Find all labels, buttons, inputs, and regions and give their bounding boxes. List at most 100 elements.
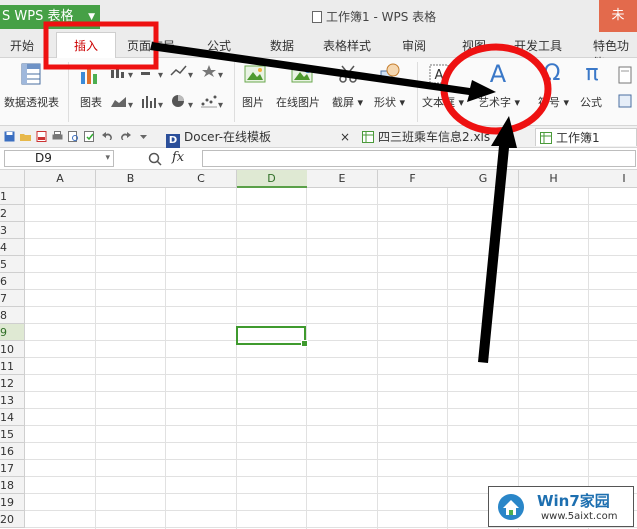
bar-chart-dropdown[interactable]: ▾ <box>140 64 163 81</box>
stock-chart-dropdown[interactable]: ▾ <box>140 94 163 111</box>
active-cell-d9[interactable] <box>236 326 308 347</box>
row-header-9[interactable]: 9 <box>0 324 25 341</box>
pie-chart-dropdown[interactable]: ▾ <box>170 94 193 111</box>
radar-chart-dropdown[interactable]: ▾ <box>200 64 223 81</box>
pivot-table-label: 数据透视表 <box>4 96 59 109</box>
picture-button[interactable] <box>240 62 270 88</box>
row-header-8[interactable]: 8 <box>0 307 25 324</box>
row-header-13[interactable]: 13 <box>0 392 25 409</box>
export-pdf-icon[interactable] <box>36 131 47 142</box>
grid-row-line <box>25 476 637 477</box>
bar-chart-icon <box>81 66 97 84</box>
tab-formulas[interactable]: 公式 <box>207 37 231 54</box>
row-header-14[interactable]: 14 <box>0 409 25 426</box>
doc-tab-docer[interactable]: D Docer-在线模板 <box>166 128 272 148</box>
tab-insert[interactable]: 插入 <box>56 32 116 59</box>
print-preview-icon[interactable] <box>68 131 79 142</box>
column-header-a[interactable]: A <box>25 170 96 188</box>
select-all-corner[interactable] <box>0 170 25 188</box>
chart-label: 图表 <box>80 96 102 109</box>
column-header-c[interactable]: C <box>166 170 237 188</box>
chevron-down-icon: ▾ <box>105 153 110 163</box>
column-header-e[interactable]: E <box>307 170 378 188</box>
column-header-g[interactable]: G <box>448 170 519 188</box>
grid-row-line <box>25 374 637 375</box>
docer-logo-icon: D <box>166 134 180 148</box>
row-header-1[interactable]: 1 <box>0 188 25 205</box>
column-header-i[interactable]: I <box>589 170 637 188</box>
screenshot-label: 截屏 ▾ <box>332 94 363 110</box>
tab-developer[interactable]: 开发工具 <box>514 37 562 54</box>
doc-tab-bus-info[interactable]: 四三班乘车信息2.xls <box>362 128 490 146</box>
line-chart-icon <box>170 65 187 76</box>
row-header-7[interactable]: 7 <box>0 290 25 307</box>
chart-button[interactable] <box>76 62 104 88</box>
row-header-16[interactable]: 16 <box>0 443 25 460</box>
ribbon-separator <box>234 62 235 122</box>
tab-data[interactable]: 数据 <box>270 37 294 54</box>
redo-icon[interactable] <box>120 131 131 142</box>
spell-check-icon[interactable] <box>84 131 95 142</box>
tab-home[interactable]: 开始 <box>10 37 34 54</box>
pivot-table-icon <box>21 63 41 85</box>
object-button[interactable] <box>617 94 633 111</box>
column-header-b[interactable]: B <box>95 170 167 188</box>
print-icon[interactable] <box>52 131 63 142</box>
equation-label: 公式 <box>580 96 602 109</box>
header-footer-button[interactable] <box>617 66 633 87</box>
tab-page-layout[interactable]: 页面布局 <box>127 37 175 54</box>
fill-handle[interactable] <box>301 340 308 347</box>
online-picture-label: 在线图片 <box>276 96 320 109</box>
zoom-search-icon[interactable] <box>148 152 162 166</box>
row-header-4[interactable]: 4 <box>0 239 25 256</box>
doc-tab-workbook1[interactable]: 工作簿1 <box>535 128 637 146</box>
line-chart-dropdown[interactable]: ▾ <box>170 64 193 81</box>
column-chart-dropdown[interactable]: ▾ <box>110 64 133 81</box>
column-header-h[interactable]: H <box>518 170 590 188</box>
row-header-6[interactable]: 6 <box>0 273 25 290</box>
row-header-17[interactable]: 17 <box>0 460 25 477</box>
row-header-18[interactable]: 18 <box>0 477 25 494</box>
worksheet-grid[interactable]: A B C D E F G H I 1 2 3 4 5 6 7 8 9 10 11 12 13 14 15 16 17 18 19 20 <box>0 170 637 529</box>
doc-tab-close-button[interactable]: × <box>340 128 350 146</box>
row-header-19[interactable]: 19 <box>0 494 25 511</box>
scatter-chart-dropdown[interactable]: ▾ <box>200 94 223 111</box>
doc-tab-docer-label: Docer-在线模板 <box>184 130 272 144</box>
name-box[interactable]: D9 ▾ <box>4 150 114 167</box>
textbox-button[interactable]: A <box>424 62 454 88</box>
customize-quickbar-icon[interactable] <box>138 131 149 142</box>
symbol-button[interactable]: Ω <box>540 60 564 90</box>
row-header-20[interactable]: 20 <box>0 511 25 528</box>
column-header-d[interactable]: D <box>236 170 308 188</box>
row-header-10[interactable]: 10 <box>0 341 25 358</box>
row-header-5[interactable]: 5 <box>0 256 25 273</box>
dropdown-arrow-icon: ▾ <box>128 70 134 81</box>
shapes-button[interactable] <box>376 62 404 88</box>
formula-input[interactable] <box>202 150 636 167</box>
equation-button[interactable]: π <box>580 60 604 90</box>
row-header-2[interactable]: 2 <box>0 205 25 222</box>
undo-icon[interactable] <box>102 131 113 142</box>
tab-review[interactable]: 审阅 <box>402 37 426 54</box>
pi-formula-icon: π <box>585 61 599 86</box>
row-header-11[interactable]: 11 <box>0 358 25 375</box>
wordart-button[interactable]: A <box>478 60 518 90</box>
open-folder-icon[interactable] <box>20 131 31 142</box>
row-header-3[interactable]: 3 <box>0 222 25 239</box>
dropdown-arrow-icon: ▾ <box>218 70 224 81</box>
function-fx-button[interactable]: fx <box>172 150 184 165</box>
online-picture-button[interactable] <box>282 62 322 88</box>
grid-row-line <box>25 527 637 528</box>
column-header-f[interactable]: F <box>377 170 449 188</box>
row-header-12[interactable]: 12 <box>0 375 25 392</box>
login-button[interactable]: 未 <box>599 0 637 32</box>
tab-table-style[interactable]: 表格样式 <box>323 37 371 54</box>
row-header-15[interactable]: 15 <box>0 426 25 443</box>
pivot-table-button[interactable] <box>0 62 62 88</box>
wps-menu-button[interactable]: S WPS 表格 ▼ <box>0 5 100 29</box>
area-chart-dropdown[interactable]: ▾ <box>110 94 133 111</box>
grid-row-line <box>25 340 637 341</box>
screenshot-button[interactable] <box>334 62 362 88</box>
tab-view[interactable]: 视图 <box>462 37 486 54</box>
save-icon[interactable] <box>4 131 15 142</box>
